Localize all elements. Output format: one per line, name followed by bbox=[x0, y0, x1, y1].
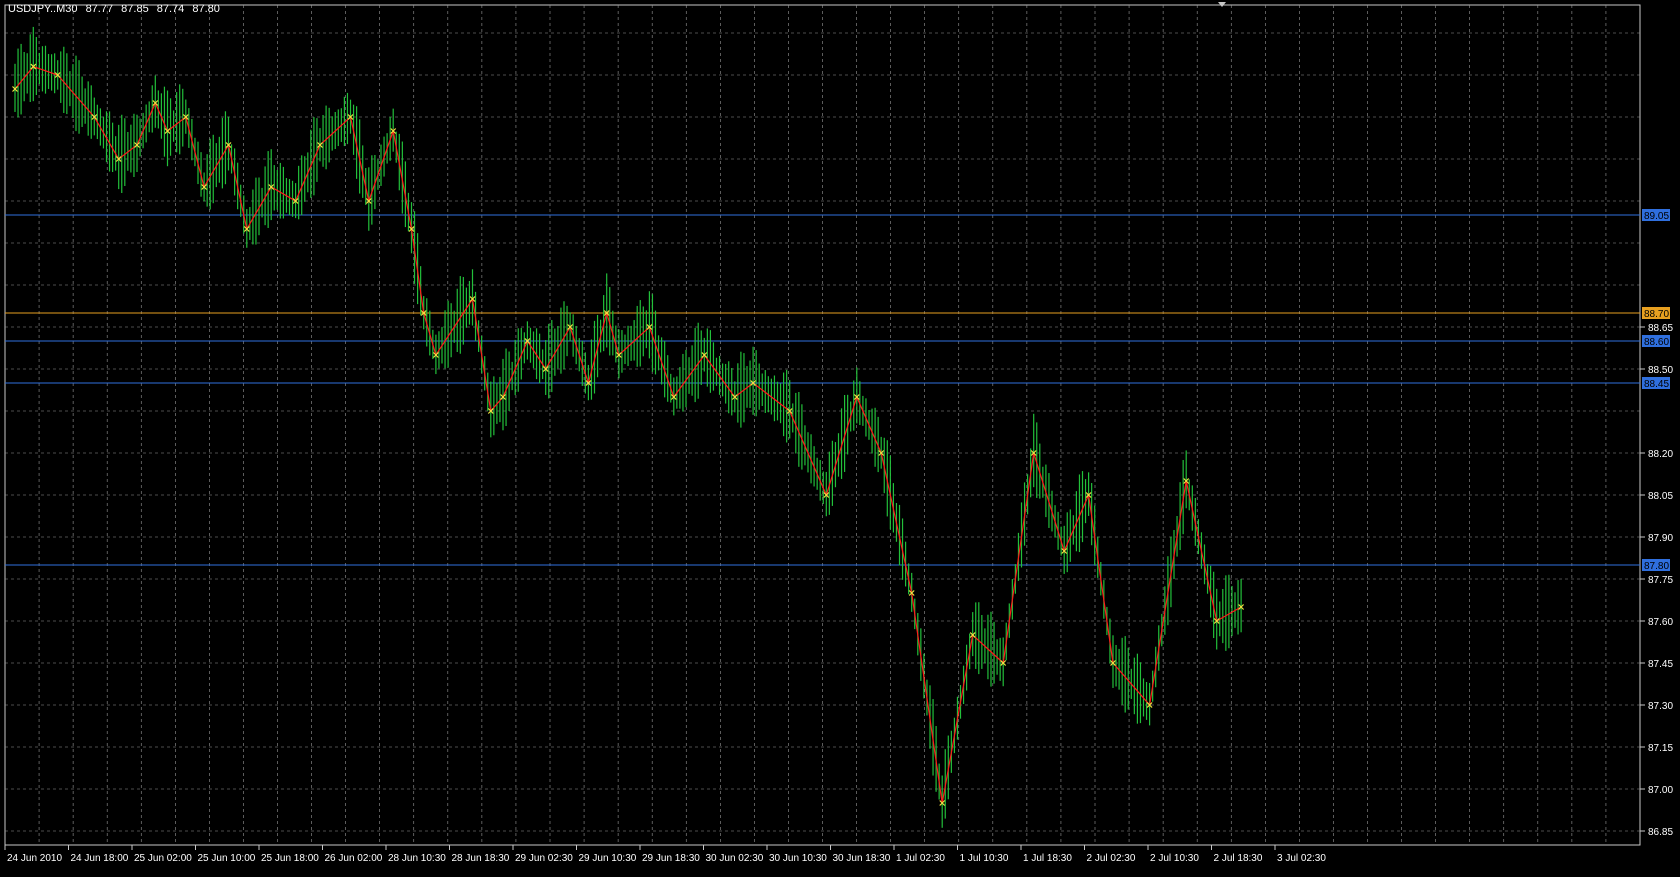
ohlc-high: 87.85 bbox=[121, 3, 149, 15]
chart-window[interactable]: 88.65 88.50 88.20 88.05 87.90 87.75 87.60 87.45… bbox=[0, 0, 1680, 877]
y-tick-label: 87.90 bbox=[1648, 533, 1673, 544]
x-tick-label: 29 Jun 10:30 bbox=[579, 853, 637, 864]
x-tick-label: 1 Jul 10:30 bbox=[960, 853, 1009, 864]
x-tick-label: 1 Jul 18:30 bbox=[1023, 853, 1072, 864]
symbol-label: USDJPY..M30 bbox=[8, 3, 78, 15]
x-tick-label: 3 Jul 02:30 bbox=[1277, 853, 1326, 864]
x-tick-label: 30 Jun 02:30 bbox=[706, 853, 764, 864]
y-tick-label: 87.30 bbox=[1648, 701, 1673, 712]
x-tick-label: 25 Jun 02:00 bbox=[134, 853, 192, 864]
y-tick-label: 88.50 bbox=[1648, 365, 1673, 376]
x-tick-label: 25 Jun 18:00 bbox=[261, 853, 319, 864]
x-tick-label: 2 Jul 18:30 bbox=[1214, 853, 1263, 864]
y-tick-label: 87.45 bbox=[1648, 659, 1673, 670]
y-tick-label: 87.15 bbox=[1648, 743, 1673, 754]
y-tick-label: 87.60 bbox=[1648, 617, 1673, 628]
zigzag-line bbox=[14, 65, 1242, 804]
level-label: 87.80 bbox=[1644, 561, 1669, 572]
level-label: 88.60 bbox=[1644, 337, 1669, 348]
y-tick-label: 88.65 bbox=[1648, 323, 1673, 334]
x-tick-label: 25 Jun 10:00 bbox=[198, 853, 256, 864]
chart-title: USDJPY..M30 87.77 87.85 87.74 87.80 bbox=[8, 3, 225, 15]
y-tick-label: 88.20 bbox=[1648, 449, 1673, 460]
y-tick-label: 87.75 bbox=[1648, 575, 1673, 586]
ohlc-open: 87.77 bbox=[85, 3, 114, 15]
y-tick-label: 88.05 bbox=[1648, 491, 1673, 502]
price-chart[interactable]: 88.65 88.50 88.20 88.05 87.90 87.75 87.60 87.45… bbox=[0, 0, 1680, 877]
level-label: 88.45 bbox=[1644, 379, 1669, 390]
level-label: 88.70 bbox=[1644, 309, 1669, 320]
x-tick-label: 26 Jun 02:00 bbox=[325, 853, 383, 864]
x-tick-label: 2 Jul 02:30 bbox=[1087, 853, 1136, 864]
y-tick-label: 86.85 bbox=[1648, 827, 1673, 838]
x-tick-label: 1 Jul 02:30 bbox=[896, 853, 945, 864]
x-tick-label: 2 Jul 10:30 bbox=[1150, 853, 1199, 864]
x-tick-label: 29 Jun 02:30 bbox=[515, 853, 573, 864]
x-tick-label: 29 Jun 18:30 bbox=[642, 853, 700, 864]
y-tick-label: 87.00 bbox=[1648, 785, 1673, 796]
x-tick-label: 28 Jun 10:30 bbox=[388, 853, 446, 864]
ohlc-low: 87.74 bbox=[156, 3, 185, 15]
x-tick-label: 28 Jun 18:30 bbox=[452, 853, 510, 864]
level-label: 89.05 bbox=[1644, 211, 1669, 222]
x-tick-label: 24 Jun 18:00 bbox=[71, 853, 129, 864]
x-tick-label: 30 Jun 18:30 bbox=[833, 853, 891, 864]
x-tick-label: 24 Jun 2010 bbox=[7, 853, 62, 864]
ohlc-close: 87.80 bbox=[192, 3, 220, 15]
x-tick-label: 30 Jun 10:30 bbox=[769, 853, 827, 864]
